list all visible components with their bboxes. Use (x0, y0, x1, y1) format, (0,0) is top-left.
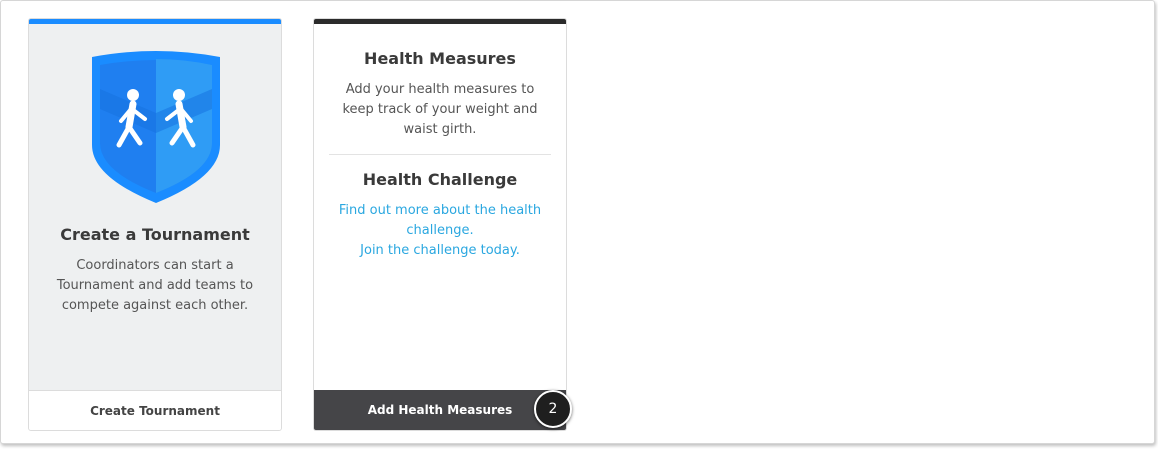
join-challenge-link[interactable]: Join the challenge today. (330, 241, 550, 261)
section-divider (329, 154, 551, 155)
tournament-title: Create a Tournament (60, 225, 250, 244)
health-measures-description: Add your health measures to keep track o… (342, 82, 538, 137)
create-tournament-button[interactable]: Create Tournament (29, 390, 281, 430)
card-accent-bar (314, 19, 566, 24)
tournament-description: Coordinators can start a Tournament and … (56, 258, 254, 313)
card-accent-bar (29, 19, 281, 24)
health-challenge-title: Health Challenge (362, 170, 518, 189)
add-health-measures-button[interactable]: Add Health Measures (314, 390, 566, 430)
create-tournament-card: Create a Tournament Coordinators can sta… (28, 18, 282, 431)
screenshot-frame: Create a Tournament Coordinators can sta… (0, 0, 1155, 444)
health-card: Health Measures Add your health measures… (313, 18, 567, 431)
health-measures-title: Health Measures (364, 49, 516, 68)
walkers-shield-icon (88, 49, 224, 205)
health-challenge-info-link[interactable]: Find out more about the health challenge… (330, 201, 550, 241)
step-number-badge: 2 (534, 390, 572, 428)
